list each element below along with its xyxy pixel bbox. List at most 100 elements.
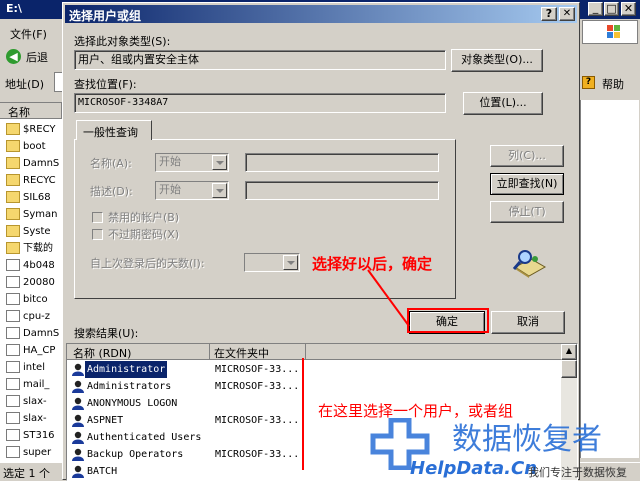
explorer-window-controls: _ □ ✕ xyxy=(588,2,638,17)
menu-file[interactable]: 文件(F) xyxy=(10,26,47,42)
file-list-item-label: Syste xyxy=(23,226,51,237)
file-list-item[interactable]: Syste xyxy=(0,223,60,240)
file-list-item-label: cpu-z xyxy=(23,311,51,322)
description-label: 描述(D): xyxy=(90,185,133,198)
file-list-item-label: RECYC xyxy=(23,175,56,186)
help-label: 帮助 xyxy=(602,78,624,91)
maximize-button[interactable]: □ xyxy=(604,2,619,16)
file-list-item-label: intel xyxy=(23,362,45,373)
dialog-close-button[interactable]: ✕ xyxy=(559,7,575,21)
file-list-item-label: super xyxy=(23,447,52,458)
location-label: 查找位置(F): xyxy=(74,78,137,91)
folder-icon xyxy=(6,123,20,135)
dialog-help-button[interactable]: ? xyxy=(541,7,557,21)
result-row[interactable]: Administrator MICROSOF-33... xyxy=(67,361,567,378)
file-list-item[interactable]: super xyxy=(0,444,60,461)
file-icon xyxy=(6,395,20,407)
file-list-item-label: 20080 xyxy=(23,277,55,288)
result-name: Administrator xyxy=(85,361,168,378)
disabled-accounts-label: 禁用的帐户(B) xyxy=(108,211,180,224)
file-icon xyxy=(6,276,20,288)
help-menu[interactable]: ? 帮助 xyxy=(580,74,636,94)
file-list-item-label: mail_ xyxy=(23,379,50,390)
file-list-item[interactable]: HA_CP xyxy=(0,342,60,359)
user-icon xyxy=(71,431,85,444)
result-row[interactable]: Administrators MICROSOF-33... xyxy=(67,378,567,395)
result-folder: MICROSOF-33... xyxy=(215,364,300,375)
dialog-titlebar: 选择用户或组 ? ✕ xyxy=(65,5,577,23)
file-list-item-label: Syman xyxy=(23,209,58,220)
columns-button[interactable]: 列(C)... xyxy=(490,145,564,167)
file-list-item-label: 下载的 xyxy=(23,243,53,254)
non-expiring-checkbox[interactable] xyxy=(92,229,103,240)
explorer-close-button[interactable]: ✕ xyxy=(621,2,636,16)
file-list-item[interactable]: slax- xyxy=(0,410,60,427)
minimize-button[interactable]: _ xyxy=(588,2,603,16)
file-list-item[interactable]: RECYC xyxy=(0,172,60,189)
cancel-button[interactable]: 取消 xyxy=(491,311,565,334)
dialog-title: 选择用户或组 xyxy=(69,9,142,23)
chevron-down-icon xyxy=(212,183,227,198)
file-list-item[interactable]: ST316 xyxy=(0,427,60,444)
watermark-site: HelpData.Cn xyxy=(410,458,538,479)
location-field: MICROSOF-3348A7 xyxy=(74,93,446,113)
file-list-item[interactable]: DamnS xyxy=(0,325,60,342)
folder-icon xyxy=(6,242,20,254)
file-list-item[interactable]: $RECY xyxy=(0,121,60,138)
file-list-item[interactable]: intel xyxy=(0,359,60,376)
description-input[interactable] xyxy=(245,181,439,200)
find-now-button[interactable]: 立即查找(N) xyxy=(490,173,564,195)
file-list-item[interactable]: SIL68 xyxy=(0,189,60,206)
column-header-name[interactable]: 名称 xyxy=(0,103,62,119)
windows-flag-icon xyxy=(607,25,621,39)
disabled-accounts-checkbox[interactable] xyxy=(92,212,103,223)
file-list-item[interactable]: 下载的 xyxy=(0,240,60,257)
folder-icon xyxy=(6,157,20,169)
folder-icon xyxy=(6,191,20,203)
file-list-item-label: slax- xyxy=(23,413,47,424)
help-icon: ? xyxy=(582,76,595,89)
object-type-field: 用户、组或内置安全主体 xyxy=(74,50,446,70)
file-list-item[interactable]: boot xyxy=(0,138,60,155)
annotation-ok: 选择好以后，确定 xyxy=(312,255,433,273)
vertical-scrollbar[interactable]: ▲ xyxy=(561,344,577,480)
file-icon xyxy=(6,293,20,305)
search-user-icon xyxy=(511,247,547,279)
name-match-combo[interactable]: 开始 xyxy=(155,153,229,172)
back-button[interactable]: ◀ 后退 xyxy=(4,47,56,67)
back-label: 后退 xyxy=(26,51,48,64)
file-list-item[interactable]: bitco xyxy=(0,291,60,308)
name-input[interactable] xyxy=(245,153,439,172)
description-match-combo[interactable]: 开始 xyxy=(155,181,229,200)
file-icon xyxy=(6,412,20,424)
explorer-title: E:\ xyxy=(6,2,22,15)
file-list-item[interactable]: DamnS xyxy=(0,155,60,172)
results-header-folder[interactable]: 在文件夹中 xyxy=(210,344,306,360)
file-list-item[interactable]: Syman xyxy=(0,206,60,223)
file-list-item[interactable]: mail_ xyxy=(0,376,60,393)
user-icon xyxy=(71,363,85,376)
stop-button[interactable]: 停止(T) xyxy=(490,201,564,223)
file-list-item[interactable]: 20080 xyxy=(0,274,60,291)
object-type-label: 选择此对象类型(S): xyxy=(74,35,171,48)
chevron-down-icon xyxy=(212,155,227,170)
file-list-item[interactable]: cpu-z xyxy=(0,308,60,325)
result-name: Backup Operators xyxy=(87,449,184,460)
back-arrow-icon: ◀ xyxy=(6,49,21,64)
scroll-thumb[interactable] xyxy=(561,360,577,378)
scroll-up-button[interactable]: ▲ xyxy=(561,344,577,360)
file-list-item-label: ST316 xyxy=(23,430,55,441)
locations-button[interactable]: 位置(L)... xyxy=(463,92,543,115)
file-list-item[interactable]: slax- xyxy=(0,393,60,410)
object-types-button[interactable]: 对象类型(O)... xyxy=(451,49,543,72)
tab-general-queries[interactable]: 一般性查询 xyxy=(76,120,152,140)
ok-button[interactable]: 确定 xyxy=(409,311,485,334)
non-expiring-label: 不过期密码(X) xyxy=(108,228,180,241)
folder-icon xyxy=(6,208,20,220)
result-folder: MICROSOF-33... xyxy=(215,381,300,392)
days-since-logon-combo[interactable] xyxy=(244,253,300,272)
file-list-item[interactable]: 4b048 xyxy=(0,257,60,274)
results-header-name[interactable]: 名称 (RDN) xyxy=(67,344,210,360)
user-icon xyxy=(71,397,85,410)
result-folder: MICROSOF-33... xyxy=(215,415,300,426)
